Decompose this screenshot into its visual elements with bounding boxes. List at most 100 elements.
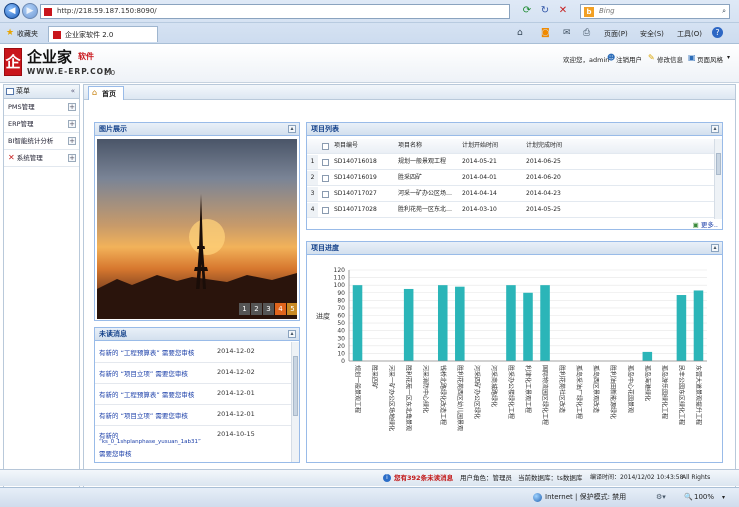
message-row[interactable]: 有新的 “ks_0_1shplanphase_yusuan_1ab31” 需要您… xyxy=(95,426,299,462)
chart-bar[interactable] xyxy=(642,351,653,361)
message-row[interactable]: 有新的 “项目立项” 需要您审核 2014-12-01 xyxy=(95,405,299,426)
collapse-icon[interactable]: « xyxy=(71,85,75,98)
photo-panel: 图片展示 ▴ 1 2 3 4 5 xyxy=(94,122,300,321)
chart-bar[interactable] xyxy=(403,288,414,361)
help-icon[interactable]: ? xyxy=(712,27,723,38)
chart-bar[interactable] xyxy=(693,290,704,361)
info-icon: i xyxy=(383,474,391,482)
chart-bar[interactable] xyxy=(506,285,516,361)
row-checkbox[interactable] xyxy=(322,175,329,182)
favorites-star-icon[interactable]: ★ xyxy=(6,28,14,38)
collapse-panel-icon[interactable]: ▴ xyxy=(711,125,719,133)
table-row[interactable]: 1 SD140716018 规划一般景观工程 2014-05-21 2014-0… xyxy=(307,155,722,170)
collapse-panel-icon[interactable]: ▴ xyxy=(711,244,719,252)
table-row[interactable]: 2 SD140716019 胜采四矿 2014-04-01 2014-06-20 xyxy=(307,171,722,186)
zone-settings-icon[interactable]: ⚙▾ xyxy=(656,488,666,507)
menu-page[interactable]: 页面(P) xyxy=(604,29,628,39)
message-row[interactable]: 有新的 “项目立项” 需要您审核 2014-12-02 xyxy=(95,363,299,384)
forward-icon[interactable]: ▶ xyxy=(22,3,38,19)
page-style-link[interactable]: 页面风格 xyxy=(697,54,723,64)
progress-chart: 0102030405060708090100110120 规划一般景观工程 胜采四… xyxy=(316,267,707,431)
browser-tab[interactable]: 企业家软件 2.0 xyxy=(48,26,158,42)
stop-icon[interactable]: ✕ xyxy=(556,4,570,18)
y-tick-label: 60 xyxy=(337,313,345,320)
pager-5[interactable]: 5 xyxy=(287,303,297,315)
address-bar[interactable]: http://218.59.187.150:8090/ xyxy=(40,4,510,19)
sidebar-item-bi[interactable]: BI智能统计分析 + xyxy=(4,133,79,150)
chart-bar[interactable] xyxy=(437,285,448,361)
unread-suffix: 条未读消息 xyxy=(420,474,454,482)
chart-bar[interactable] xyxy=(455,286,465,361)
chevron-down-icon[interactable]: ▾ xyxy=(727,54,730,61)
globe-icon xyxy=(533,493,542,502)
expand-icon[interactable]: + xyxy=(68,120,76,128)
expand-icon[interactable]: + xyxy=(68,137,76,145)
table-row[interactable]: 4 SD140717028 胜利花苑一区东北… 2014-03-10 2014-… xyxy=(307,203,722,218)
sidebar-item-erp[interactable]: ERP管理 + xyxy=(4,116,79,133)
back-icon[interactable]: ◀ xyxy=(4,3,20,19)
tab-home[interactable]: ⌂ 首页 xyxy=(88,86,124,100)
menu-tools[interactable]: 工具(O) xyxy=(677,29,702,39)
refresh-icon[interactable]: ↻ xyxy=(538,4,552,18)
column-header[interactable]: 项目名称 xyxy=(398,139,422,153)
y-tick-label: 10 xyxy=(337,350,345,357)
more-link[interactable]: ▣ 更多.. xyxy=(693,219,718,229)
collapse-panel-icon[interactable]: ▴ xyxy=(288,125,296,133)
select-all-checkbox[interactable] xyxy=(322,143,329,150)
zoom-level[interactable]: 100% xyxy=(694,488,714,507)
pager-4-active[interactable]: 4 xyxy=(275,303,286,315)
print-icon[interactable]: ⎙ xyxy=(583,28,590,38)
feeds-icon[interactable]: ◙ xyxy=(541,28,550,38)
compile-time: 编译时间：2014/12/02 10:43:58 xyxy=(590,474,684,481)
change-info-link[interactable]: 修改信息 xyxy=(657,54,683,64)
row-checkbox[interactable] xyxy=(322,191,329,198)
message-title[interactable]: 有新的 “工程预算表” 需要您审核 xyxy=(99,347,194,357)
x-tick-label: 利津化工景观工程 xyxy=(524,365,532,413)
pager-3[interactable]: 3 xyxy=(263,303,274,315)
brand-sub: 软件 xyxy=(78,52,94,61)
search-input[interactable]: b Bing ⌕ xyxy=(580,4,730,19)
mail-icon[interactable]: ✉ xyxy=(563,28,571,38)
favorites-label[interactable]: 收藏夹 xyxy=(17,29,38,39)
messages-panel-header: 未读消息 ▴ xyxy=(95,328,299,341)
scroll-thumb[interactable] xyxy=(293,356,298,416)
message-title-line2[interactable]: “ks_0_1shplanphase_yusuan_1ab31” xyxy=(99,439,201,445)
y-tick-label: 90 xyxy=(337,290,345,297)
message-title[interactable]: 有新的 “工程预算表” 需要您审核 xyxy=(99,389,194,399)
projects-scrollbar[interactable] xyxy=(714,139,722,219)
zoom-dropdown-icon[interactable]: ▾ xyxy=(722,488,725,507)
message-title[interactable]: 有新的 “项目立项” 需要您审核 xyxy=(99,410,188,420)
chart-bar[interactable] xyxy=(540,285,550,361)
table-row[interactable]: 3 SD140717027 河采一矿办公区场… 2014-04-14 2014-… xyxy=(307,187,722,202)
expand-icon[interactable]: + xyxy=(68,103,76,111)
pager-1[interactable]: 1 xyxy=(239,303,250,315)
messages-scrollbar[interactable] xyxy=(291,342,299,462)
row-checkbox[interactable] xyxy=(322,207,329,214)
unread-notice[interactable]: 您有392条未读消息 xyxy=(394,470,453,486)
message-title[interactable]: 有新的 “项目立项” 需要您审核 xyxy=(99,368,188,378)
home-icon[interactable]: ⌂ xyxy=(517,28,523,38)
collapse-panel-icon[interactable]: ▴ xyxy=(288,330,296,338)
column-header[interactable]: 项目编号 xyxy=(334,139,358,153)
search-icon[interactable]: ⌕ xyxy=(722,5,726,18)
x-tick-label: 国际物流园区绿化工程 xyxy=(541,365,549,425)
chart-bar[interactable] xyxy=(523,292,533,361)
message-title-line3[interactable]: 需要您审核 xyxy=(99,448,132,458)
brand-logo: 企 xyxy=(4,48,22,76)
sidebar-item-pms[interactable]: PMS管理 + xyxy=(4,99,79,116)
compat-view-icon[interactable]: ⟳ xyxy=(520,4,534,18)
column-header[interactable]: 计划完成时间 xyxy=(526,139,562,153)
menu-safety[interactable]: 安全(S) xyxy=(640,29,664,39)
scroll-thumb[interactable] xyxy=(716,153,721,175)
sidebar-item-system[interactable]: ✕ 系统管理 + xyxy=(4,150,79,167)
chart-bar[interactable] xyxy=(352,285,363,361)
row-checkbox[interactable] xyxy=(322,159,329,166)
chart-bar[interactable] xyxy=(676,295,687,361)
message-row[interactable]: 有新的 “工程预算表” 需要您审核 2014-12-02 xyxy=(95,342,299,363)
logout-link[interactable]: 注销用户 xyxy=(616,54,642,64)
pager-2[interactable]: 2 xyxy=(251,303,262,315)
expand-icon[interactable]: + xyxy=(68,154,76,162)
message-row[interactable]: 有新的 “工程预算表” 需要您审核 2014-12-01 xyxy=(95,384,299,405)
zone-text[interactable]: Internet | 保护模式: 禁用 xyxy=(545,488,626,507)
column-header[interactable]: 计划开始时间 xyxy=(462,139,498,153)
